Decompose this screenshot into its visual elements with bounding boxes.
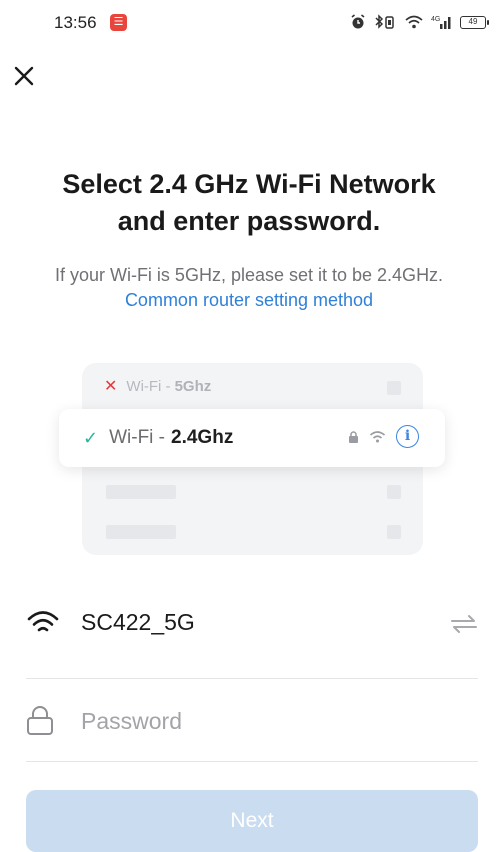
illus-24ghz-band: 2.4Ghz xyxy=(171,427,234,448)
notification-badge-icon: ☰ xyxy=(110,14,127,31)
status-icons: 4G 49 xyxy=(350,12,489,32)
placeholder-square xyxy=(387,525,401,539)
battery-icon: 49 xyxy=(460,15,489,29)
placeholder-square xyxy=(387,381,401,395)
wifi-icon xyxy=(27,611,59,632)
page-subtitle: If your Wi-Fi is 5GHz, please set it to … xyxy=(30,263,468,313)
router-setting-link[interactable]: Common router setting method xyxy=(125,290,373,310)
wifi-network-field[interactable]: SC422_5G xyxy=(26,593,478,679)
info-icon: i xyxy=(396,425,419,448)
page-title: Select 2.4 GHz Wi-Fi Network and enter p… xyxy=(0,166,498,240)
subtitle-text: If your Wi-Fi is 5GHz, please set it to … xyxy=(54,265,444,285)
status-bar: 13:56 ☰ 4G 49 xyxy=(0,0,498,48)
illus-row-24ghz: ✓ Wi-Fi - 2.4Ghz i xyxy=(59,409,445,467)
lock-icon xyxy=(349,430,358,443)
illus-24ghz-icons: i xyxy=(348,425,419,448)
illus-5ghz-prefix: Wi-Fi - xyxy=(126,377,171,395)
switch-network-icon[interactable] xyxy=(450,614,478,634)
placeholder-bar xyxy=(106,485,176,499)
lock-icon xyxy=(27,706,53,735)
close-icon xyxy=(14,66,34,86)
password-field[interactable] xyxy=(26,690,478,762)
illus-24ghz-label: ✓ Wi-Fi - 2.4Ghz xyxy=(83,427,233,449)
password-input[interactable] xyxy=(81,704,461,738)
illus-5ghz-band: 5Ghz xyxy=(174,377,212,395)
status-time: 13:56 xyxy=(54,13,97,32)
cross-icon: ✕ xyxy=(104,378,118,395)
alarm-icon xyxy=(351,14,365,29)
placeholder-bar xyxy=(106,525,176,539)
next-button[interactable]: Next xyxy=(26,790,478,852)
page-title-line2: and enter password. xyxy=(117,206,381,236)
page-title-line1: Select 2.4 GHz Wi-Fi Network xyxy=(62,169,436,199)
wifi-ssid-value: SC422_5G xyxy=(81,609,195,635)
illus-row-5ghz: ✕ Wi-Fi - 5Ghz xyxy=(104,375,211,397)
svg-text:4G: 4G xyxy=(431,16,440,23)
check-icon: ✓ xyxy=(83,427,99,448)
illus-24ghz-prefix: Wi-Fi - xyxy=(109,427,166,448)
close-button[interactable] xyxy=(6,58,42,94)
wifi-icon xyxy=(369,431,386,443)
placeholder-square xyxy=(387,485,401,499)
bluetooth-vibrate-icon xyxy=(375,14,394,29)
signal-icon: 4G xyxy=(431,16,451,29)
wifi-icon xyxy=(405,15,423,29)
